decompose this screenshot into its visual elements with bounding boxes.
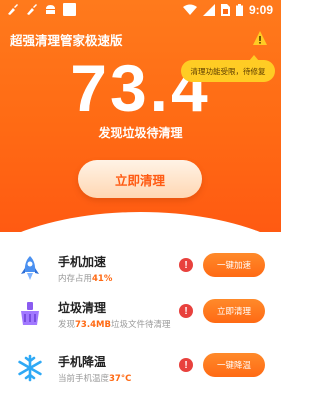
broom-icon [8,4,18,15]
signal-icon [202,4,215,16]
clean-now-button[interactable]: 立即清理 [78,160,202,198]
warning-icon: ! [179,304,193,318]
feature-speedup: 手机加速 内存占用41% ! 一键加速 [0,248,281,298]
warning-icon: ! [179,358,193,372]
junk-clean-button[interactable]: 立即清理 [203,299,265,323]
warning-bell-icon[interactable] [251,29,269,47]
feature-desc: 内存占用41% [58,274,113,284]
wifi-icon [182,4,197,15]
feature-cooldown: 手机降温 当前手机温度37°C ! 一键降温 [0,348,281,398]
speedup-button[interactable]: 一键加速 [203,253,265,277]
feature-title: 垃圾清理 [58,301,107,315]
feature-title: 手机降温 [58,355,107,369]
square-icon [63,3,76,16]
snowflake-icon [18,354,42,382]
trash-clean-icon [21,302,39,325]
sim-icon [220,4,230,16]
junk-subtitle: 发现垃圾待清理 [98,126,183,140]
rocket-icon [21,256,39,280]
tooltip-text: 清理功能受限，待修复 [190,66,266,76]
warning-icon: ! [179,258,193,272]
battery-icon [235,4,243,16]
cooldown-button[interactable]: 一键降温 [203,353,265,377]
feature-desc: 发现73.4MB垃圾文件待清理 [58,320,171,330]
android-icon [46,5,55,14]
broom-icon [27,4,37,15]
status-bar: 9:09 [0,0,281,22]
status-time: 9:09 [248,3,273,17]
feature-title: 手机加速 [58,255,107,269]
hero-panel: 9:09 超强清理管家极速版 73.4 清理功能受限，待修复 发现垃圾待清理 立… [0,0,281,232]
clean-now-label: 立即清理 [114,172,165,188]
feature-desc: 当前手机温度37°C [58,374,132,384]
warning-tooltip: 清理功能受限，待修复 [181,55,275,82]
feature-junk-clean: 垃圾清理 发现73.4MB垃圾文件待清理 ! 立即清理 [0,294,281,344]
app-title: 超强清理管家极速版 [10,33,123,48]
